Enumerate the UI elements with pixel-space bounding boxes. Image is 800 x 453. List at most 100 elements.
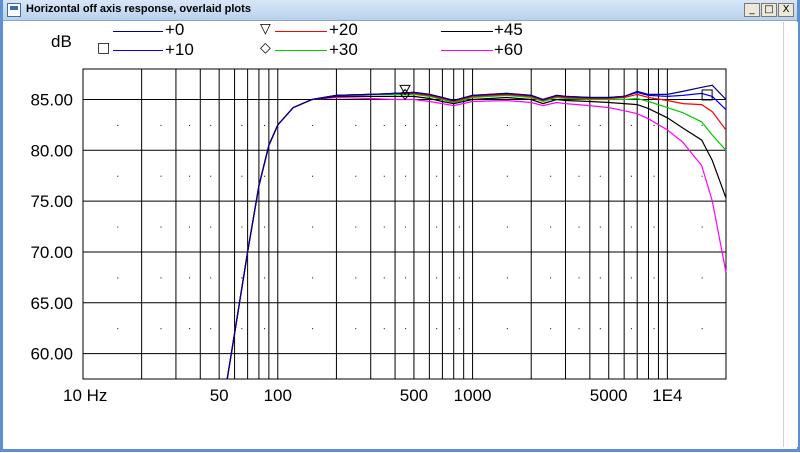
minor-dot <box>701 226 703 228</box>
minor-dot <box>312 328 314 330</box>
minor-dot <box>701 277 703 279</box>
minor-dot <box>355 328 357 330</box>
minor-dot <box>653 328 655 330</box>
x-tick-label: 100 <box>264 386 292 405</box>
minor-dot <box>436 328 438 330</box>
minor-dot <box>436 124 438 126</box>
y-tick-label: 70.00 <box>30 243 73 262</box>
minor-dot <box>550 175 552 177</box>
minor-dot <box>355 175 357 177</box>
series-line-20 <box>226 92 727 380</box>
minor-dot <box>436 226 438 228</box>
minor-dot <box>550 328 552 330</box>
minor-dot <box>578 124 580 126</box>
minor-dot <box>264 277 266 279</box>
minor-dot <box>599 328 601 330</box>
minor-dot <box>506 175 508 177</box>
minor-dot <box>701 124 703 126</box>
minor-dot <box>550 124 552 126</box>
minor-dot <box>653 124 655 126</box>
minor-dot <box>653 277 655 279</box>
minor-dot <box>630 124 632 126</box>
maximize-button[interactable]: □ <box>761 3 777 17</box>
minor-dot <box>458 124 460 126</box>
y-tick-label: 60.00 <box>30 345 73 364</box>
y-tick-label: 80.00 <box>30 141 73 160</box>
frequency-response-plot: 85.00 80.00 75.00 70.00 65.00 60.00 10 Hz 50 100… <box>30 68 727 405</box>
minor-dot <box>458 328 460 330</box>
minor-dot <box>383 124 385 126</box>
minor-dot <box>599 175 601 177</box>
x-tick-label: 500 <box>400 386 428 405</box>
minor-dot <box>383 226 385 228</box>
minor-dot <box>241 277 243 279</box>
minor-dot <box>210 124 212 126</box>
minor-dot <box>383 277 385 279</box>
minor-dot <box>599 277 601 279</box>
minor-dot <box>210 328 212 330</box>
close-button[interactable]: X <box>778 3 794 17</box>
minor-dot <box>188 226 190 228</box>
app-icon <box>7 3 21 17</box>
minor-dot <box>630 226 632 228</box>
minor-dot <box>264 124 266 126</box>
minor-dot <box>405 124 407 126</box>
minor-dot <box>599 124 601 126</box>
minimize-button[interactable]: _ <box>744 3 760 17</box>
minor-dot <box>653 175 655 177</box>
plot-frame <box>82 68 727 380</box>
minor-dot <box>312 124 314 126</box>
series-line-45 <box>226 95 727 380</box>
series-line-30 <box>226 93 727 380</box>
minor-dot <box>653 226 655 228</box>
minor-dot <box>241 124 243 126</box>
title-bar[interactable]: Horizontal off axis response, overlaid p… <box>3 0 797 21</box>
minor-dot <box>458 277 460 279</box>
y-tick-label: 85.00 <box>30 90 73 109</box>
minor-dot <box>160 124 162 126</box>
minor-dot <box>188 124 190 126</box>
minor-dot <box>630 328 632 330</box>
minor-dot <box>312 277 314 279</box>
minor-dot <box>578 226 580 228</box>
minor-dot <box>405 277 407 279</box>
minor-dot <box>355 277 357 279</box>
series-line-10 <box>226 91 727 380</box>
window-title: Horizontal off axis response, overlaid p… <box>26 3 251 15</box>
minor-dot <box>405 175 407 177</box>
window-right-edge <box>783 22 798 447</box>
minor-dot <box>578 328 580 330</box>
minor-dot <box>210 226 212 228</box>
minor-dot <box>188 175 190 177</box>
minor-dot <box>578 175 580 177</box>
minor-dot <box>436 277 438 279</box>
minor-dot <box>578 277 580 279</box>
minor-dot <box>210 175 212 177</box>
minor-dot <box>506 328 508 330</box>
minor-dot <box>701 328 703 330</box>
minor-dot <box>160 226 162 228</box>
minor-dot <box>405 226 407 228</box>
x-tick-label: 1E4 <box>652 386 682 405</box>
x-tick-label: 10 Hz <box>63 386 107 405</box>
minor-dot <box>630 277 632 279</box>
x-tick-label: 1000 <box>454 386 492 405</box>
app-window: Horizontal off axis response, overlaid p… <box>0 0 800 452</box>
minor-dot <box>117 277 119 279</box>
minor-dot <box>264 328 266 330</box>
minor-dot <box>241 328 243 330</box>
minor-dot <box>506 226 508 228</box>
minor-dot <box>630 175 632 177</box>
minor-dot <box>405 328 407 330</box>
minor-dot <box>264 226 266 228</box>
minor-dot <box>550 277 552 279</box>
minor-dot <box>506 277 508 279</box>
minor-dot <box>160 328 162 330</box>
minor-dot <box>117 328 119 330</box>
minor-dot <box>355 226 357 228</box>
y-tick-label: 65.00 <box>30 294 73 313</box>
minor-dot <box>550 226 552 228</box>
minor-dot <box>117 124 119 126</box>
minor-dot <box>117 175 119 177</box>
x-tick-label: 5000 <box>590 386 628 405</box>
